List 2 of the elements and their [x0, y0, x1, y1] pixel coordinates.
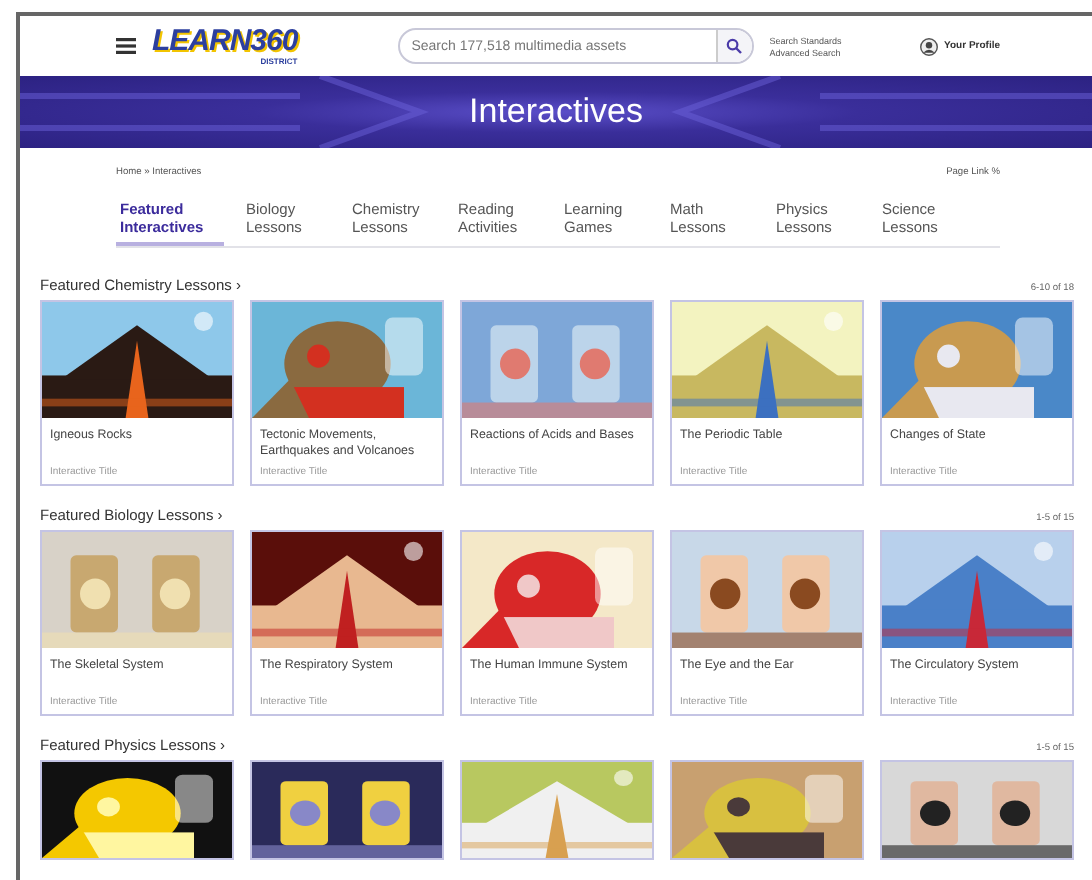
logo[interactable]: LEARN360: [152, 26, 298, 56]
banner-title: Interactives: [469, 90, 643, 134]
